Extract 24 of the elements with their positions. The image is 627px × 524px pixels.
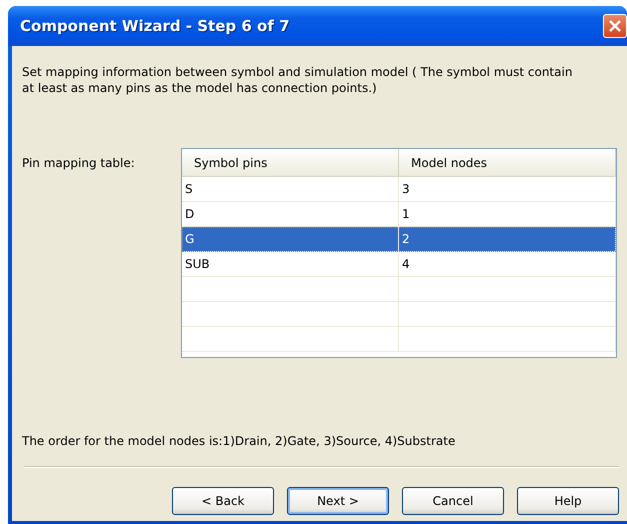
table-row[interactable]: S 3 bbox=[182, 177, 616, 202]
close-button[interactable] bbox=[603, 14, 627, 38]
table-cell: 2 bbox=[399, 227, 616, 251]
node-order-text: The order for the model nodes is:1)Drain, 2)Gate, 3)Source, 4)Substrate bbox=[22, 434, 456, 448]
table-row[interactable]: G 2 bbox=[182, 227, 616, 252]
table-cell: 3 bbox=[399, 177, 616, 201]
dialog-button[interactable]: Help bbox=[517, 487, 619, 515]
table-label: Pin mapping table: bbox=[22, 156, 136, 172]
dialog-button[interactable]: Cancel bbox=[402, 487, 504, 515]
table-cell: 1 bbox=[399, 202, 616, 226]
table-cell: D bbox=[182, 202, 399, 226]
window-title: Component Wizard - Step 6 of 7 bbox=[19, 17, 290, 35]
table-cell: G bbox=[182, 227, 399, 251]
column-header[interactable]: Model nodes bbox=[399, 149, 616, 176]
description-text: Set mapping information between symbol and simulation model ( The symbol must contain at least as many pins as the model has connection points.) bbox=[22, 64, 574, 96]
table-row[interactable]: D 1 bbox=[182, 202, 616, 227]
dialog-button[interactable]: < Back bbox=[172, 487, 274, 515]
table-cell: S bbox=[182, 177, 399, 201]
table-cell: 4 bbox=[399, 252, 616, 276]
dialog-button[interactable]: Next > bbox=[287, 487, 389, 515]
table-cell: SUB bbox=[182, 252, 399, 276]
close-icon bbox=[608, 19, 622, 33]
column-header[interactable]: Symbol pins bbox=[182, 149, 399, 176]
table-row[interactable]: SUB 4 bbox=[182, 252, 616, 277]
